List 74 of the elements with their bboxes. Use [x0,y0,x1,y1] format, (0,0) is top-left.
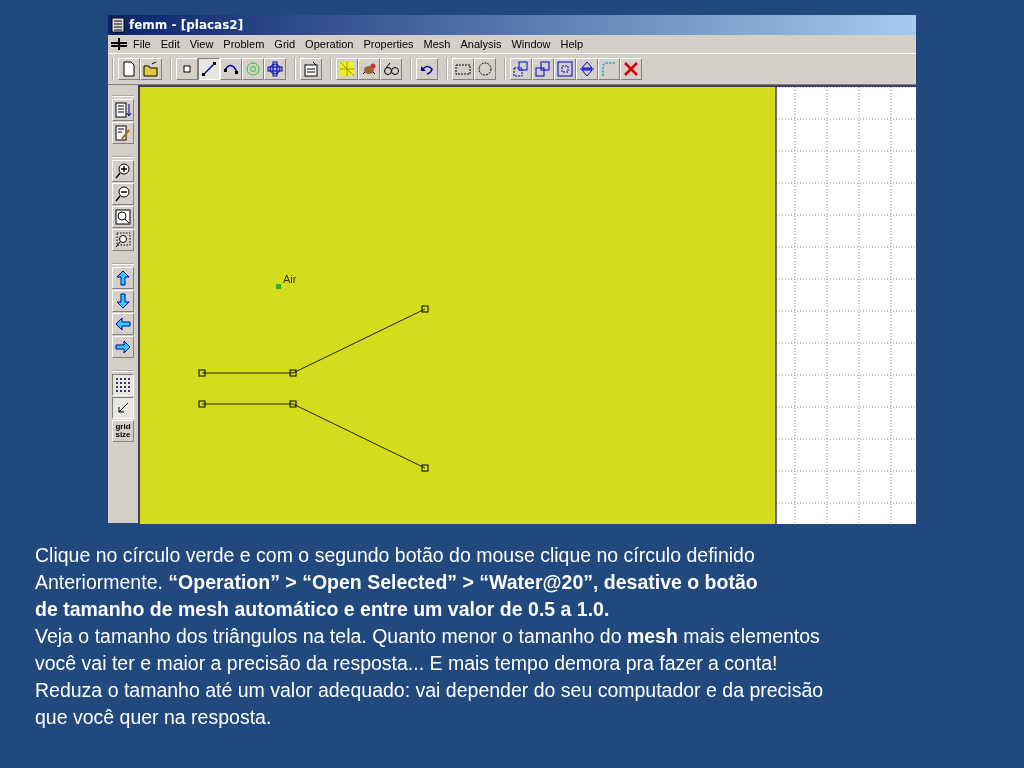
left-tool-button[interactable] [112,313,134,335]
mirror-tool-button[interactable] [576,58,598,80]
menu-item[interactable]: Operation [300,38,359,50]
mesh-tool-button[interactable] [336,58,358,80]
block-tool-button[interactable] [242,58,264,80]
menu-item[interactable]: View [184,38,219,50]
glasses-tool-button[interactable] [380,58,402,80]
undo-tool-button[interactable] [416,58,438,80]
new-icon [120,60,138,78]
circsel-icon [476,60,494,78]
zoomwin-icon [114,231,132,249]
list-icon [114,101,132,119]
zoomwin-tool-button[interactable] [112,229,134,251]
open-icon [142,60,160,78]
block-label-marker [276,284,281,289]
menu-item[interactable]: Properties [358,38,419,50]
glasses-icon [382,60,400,78]
zoomfit-icon [114,208,132,226]
menu-item[interactable]: Help [555,38,589,50]
delete-icon [622,60,640,78]
window-title: femm - [placas2] [129,18,244,32]
menu-item[interactable]: Analysis [455,38,507,50]
bug-tool-button[interactable] [358,58,380,80]
copy-icon [534,60,552,78]
mesh-icon [338,60,356,78]
menu-item[interactable]: Mesh [418,38,456,50]
segment-tool-button[interactable] [198,58,220,80]
fillet-tool-button[interactable] [598,58,620,80]
mirror-icon [578,60,596,78]
down-icon [114,292,132,310]
zoomout-tool-button[interactable] [112,183,134,205]
block-icon [244,60,262,78]
up-icon [114,269,132,287]
move-tool-button[interactable] [510,58,532,80]
open-tool-button[interactable] [140,58,162,80]
edit-tool-button[interactable] [112,122,134,144]
grid-tool-button[interactable] [112,374,134,396]
list-tool-button[interactable] [112,99,134,121]
move-icon [512,60,530,78]
group-icon [266,60,284,78]
menu-item[interactable]: Window [506,38,556,50]
new-tool-button[interactable] [118,58,140,80]
left-icon [114,315,132,333]
props-icon [302,60,320,78]
rectsel-tool-button[interactable] [452,58,474,80]
region-label: Air [283,273,297,285]
menu-item[interactable]: Problem [218,38,270,50]
copy-tool-button[interactable] [532,58,554,80]
edit-icon [114,124,132,142]
zoomin-icon [114,162,132,180]
group-tool-button[interactable] [264,58,286,80]
zoomfit-tool-button[interactable] [112,206,134,228]
up-tool-button[interactable] [112,267,134,289]
right-icon [114,338,132,356]
delete-tool-button[interactable] [620,58,642,80]
menu-item[interactable]: Grid [269,38,301,50]
scale-icon [556,60,574,78]
menu-item[interactable]: File [128,38,156,50]
circsel-tool-button[interactable] [474,58,496,80]
zoomin-tool-button[interactable] [112,160,134,182]
scale-tool-button[interactable] [554,58,576,80]
down-tool-button[interactable] [112,290,134,312]
grid-icon [114,376,132,394]
caption-text: Clique no círculo verde e com o segundo botão do mouse clique no círculo definido Anteriormente. “Operation” > “Open Selected” > “Water@20”, desative o botão de tamanho de mesh automático e entre um valor de 0.5 a 1.0. Veja o tamanho dos triângulos na tela. Quanto menor o tamanho do mesh mais elementos você vai ter e maior a precisão da resposta... E mais tempo demora pra fazer a conta! Reduza o tamanho até um valor adequado: vai depender do seu computador e da precisão que você quer na resposta. [35,543,825,730]
fillet-icon [600,60,618,78]
right-tool-button[interactable] [112,336,134,358]
node-tool-button[interactable] [176,58,198,80]
menu-item[interactable]: Edit [155,38,185,50]
arc-tool-button[interactable] [220,58,242,80]
grid-size-button[interactable]: grid size [112,420,134,442]
zoomout-icon [114,185,132,203]
segment-icon [200,60,218,78]
props-tool-button[interactable] [300,58,322,80]
snap-tool-button[interactable] [112,397,134,419]
